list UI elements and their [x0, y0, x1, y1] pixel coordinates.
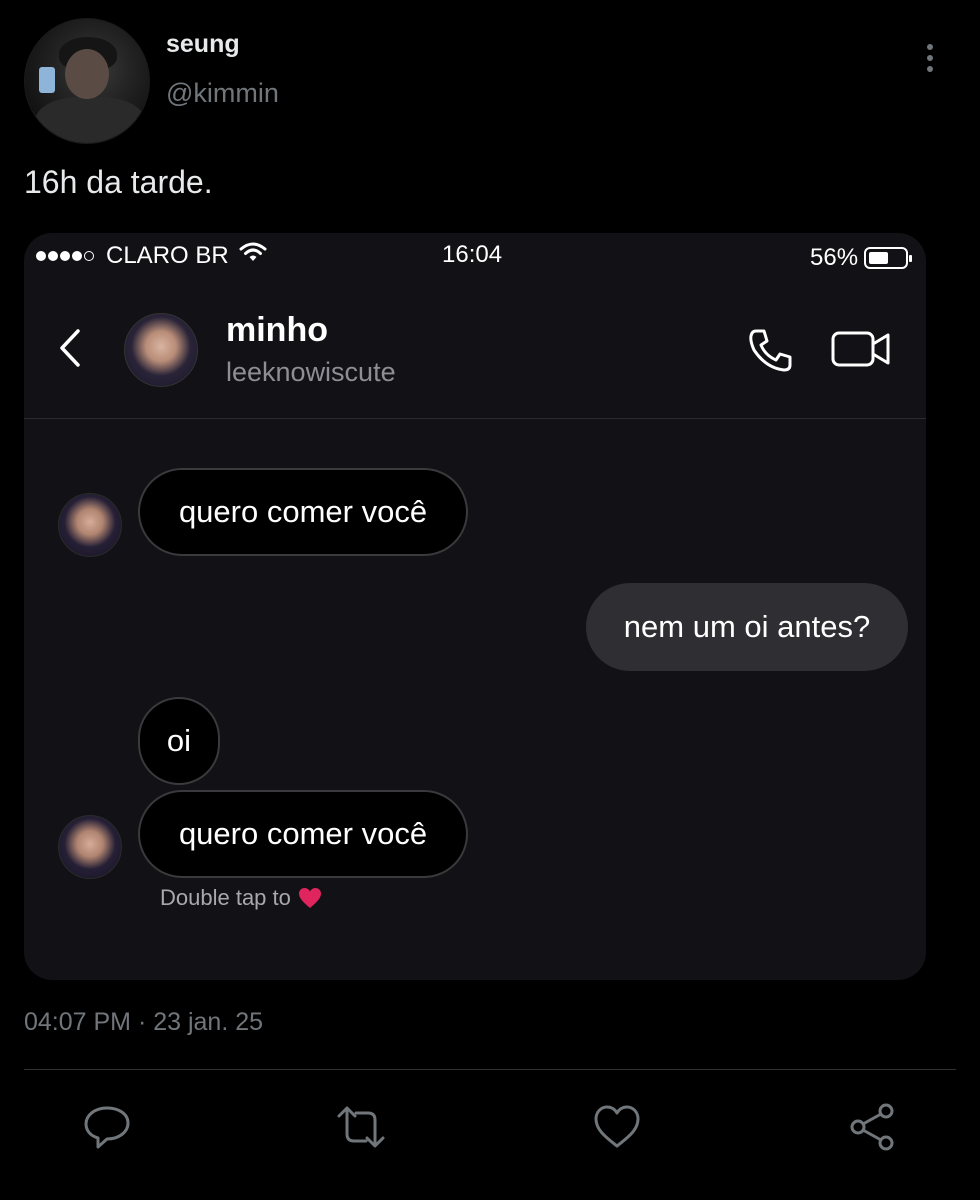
reply-icon [84, 1106, 130, 1149]
author-avatar[interactable] [24, 18, 150, 144]
status-bar-time: 16:04 [442, 241, 503, 268]
message-bubble-outgoing[interactable]: nem um oi antes? [586, 583, 908, 671]
contact-username: leeknowiscute [226, 357, 396, 387]
message-text: nem um oi antes? [623, 609, 871, 644]
like-heart-icon [594, 1105, 640, 1148]
carrier-name: CLARO BR [106, 241, 229, 269]
message-bubble-incoming[interactable]: oi [138, 697, 220, 785]
footer-divider [24, 1069, 956, 1070]
tweet-text: 16h da tarde. [24, 164, 213, 200]
battery-percentage: 56% [810, 244, 859, 271]
red-heart-icon [298, 888, 321, 908]
message-text: oi [166, 723, 192, 758]
contact-name[interactable]: minho [226, 311, 328, 350]
message-sender-avatar [58, 493, 122, 557]
double-tap-hint: Double tap to [160, 885, 322, 911]
audio-call-button[interactable] [746, 325, 796, 375]
battery-icon [864, 247, 913, 269]
message-text: quero comer você [178, 816, 428, 851]
double-tap-label: Double tap to [160, 885, 291, 910]
message-bubble-incoming[interactable]: quero comer você [138, 790, 468, 878]
author-name[interactable]: seung [166, 30, 240, 59]
avatar-photo-face [65, 49, 109, 99]
avatar-photo-coat [35, 97, 145, 143]
header-divider [24, 418, 926, 419]
message-bubble-incoming[interactable]: quero comer você [138, 468, 468, 556]
battery-fill [869, 252, 889, 264]
signal-strength-icon [36, 250, 96, 261]
share-icon [850, 1103, 894, 1151]
avatar-photo-phone [39, 67, 55, 93]
message-sender-avatar [58, 815, 122, 879]
wifi-icon [239, 241, 267, 270]
message-text: quero comer você [178, 494, 428, 529]
back-button[interactable] [54, 325, 86, 371]
contact-avatar[interactable] [124, 313, 198, 387]
more-vertical-icon [916, 44, 944, 72]
video-camera-icon [831, 331, 890, 367]
retweet-button[interactable] [336, 1102, 386, 1152]
status-bar-battery: 56% [810, 244, 913, 272]
reply-button[interactable] [82, 1102, 132, 1152]
tweet-timestamp[interactable]: 04:07 PM · 23 jan. 25 [24, 1008, 263, 1037]
chevron-left-icon [60, 329, 80, 367]
share-button[interactable] [848, 1102, 898, 1152]
retweet-icon [337, 1106, 385, 1148]
status-bar-carrier: CLARO BR [36, 241, 267, 270]
more-options-button[interactable] [916, 40, 944, 80]
dm-screenshot-image[interactable]: CLARO BR 16:04 56% minho leeknowiscute q… [24, 233, 926, 980]
like-button[interactable] [592, 1102, 642, 1152]
video-call-button[interactable] [830, 327, 892, 371]
author-handle[interactable]: @kimmin [166, 78, 279, 109]
phone-icon [749, 329, 792, 372]
